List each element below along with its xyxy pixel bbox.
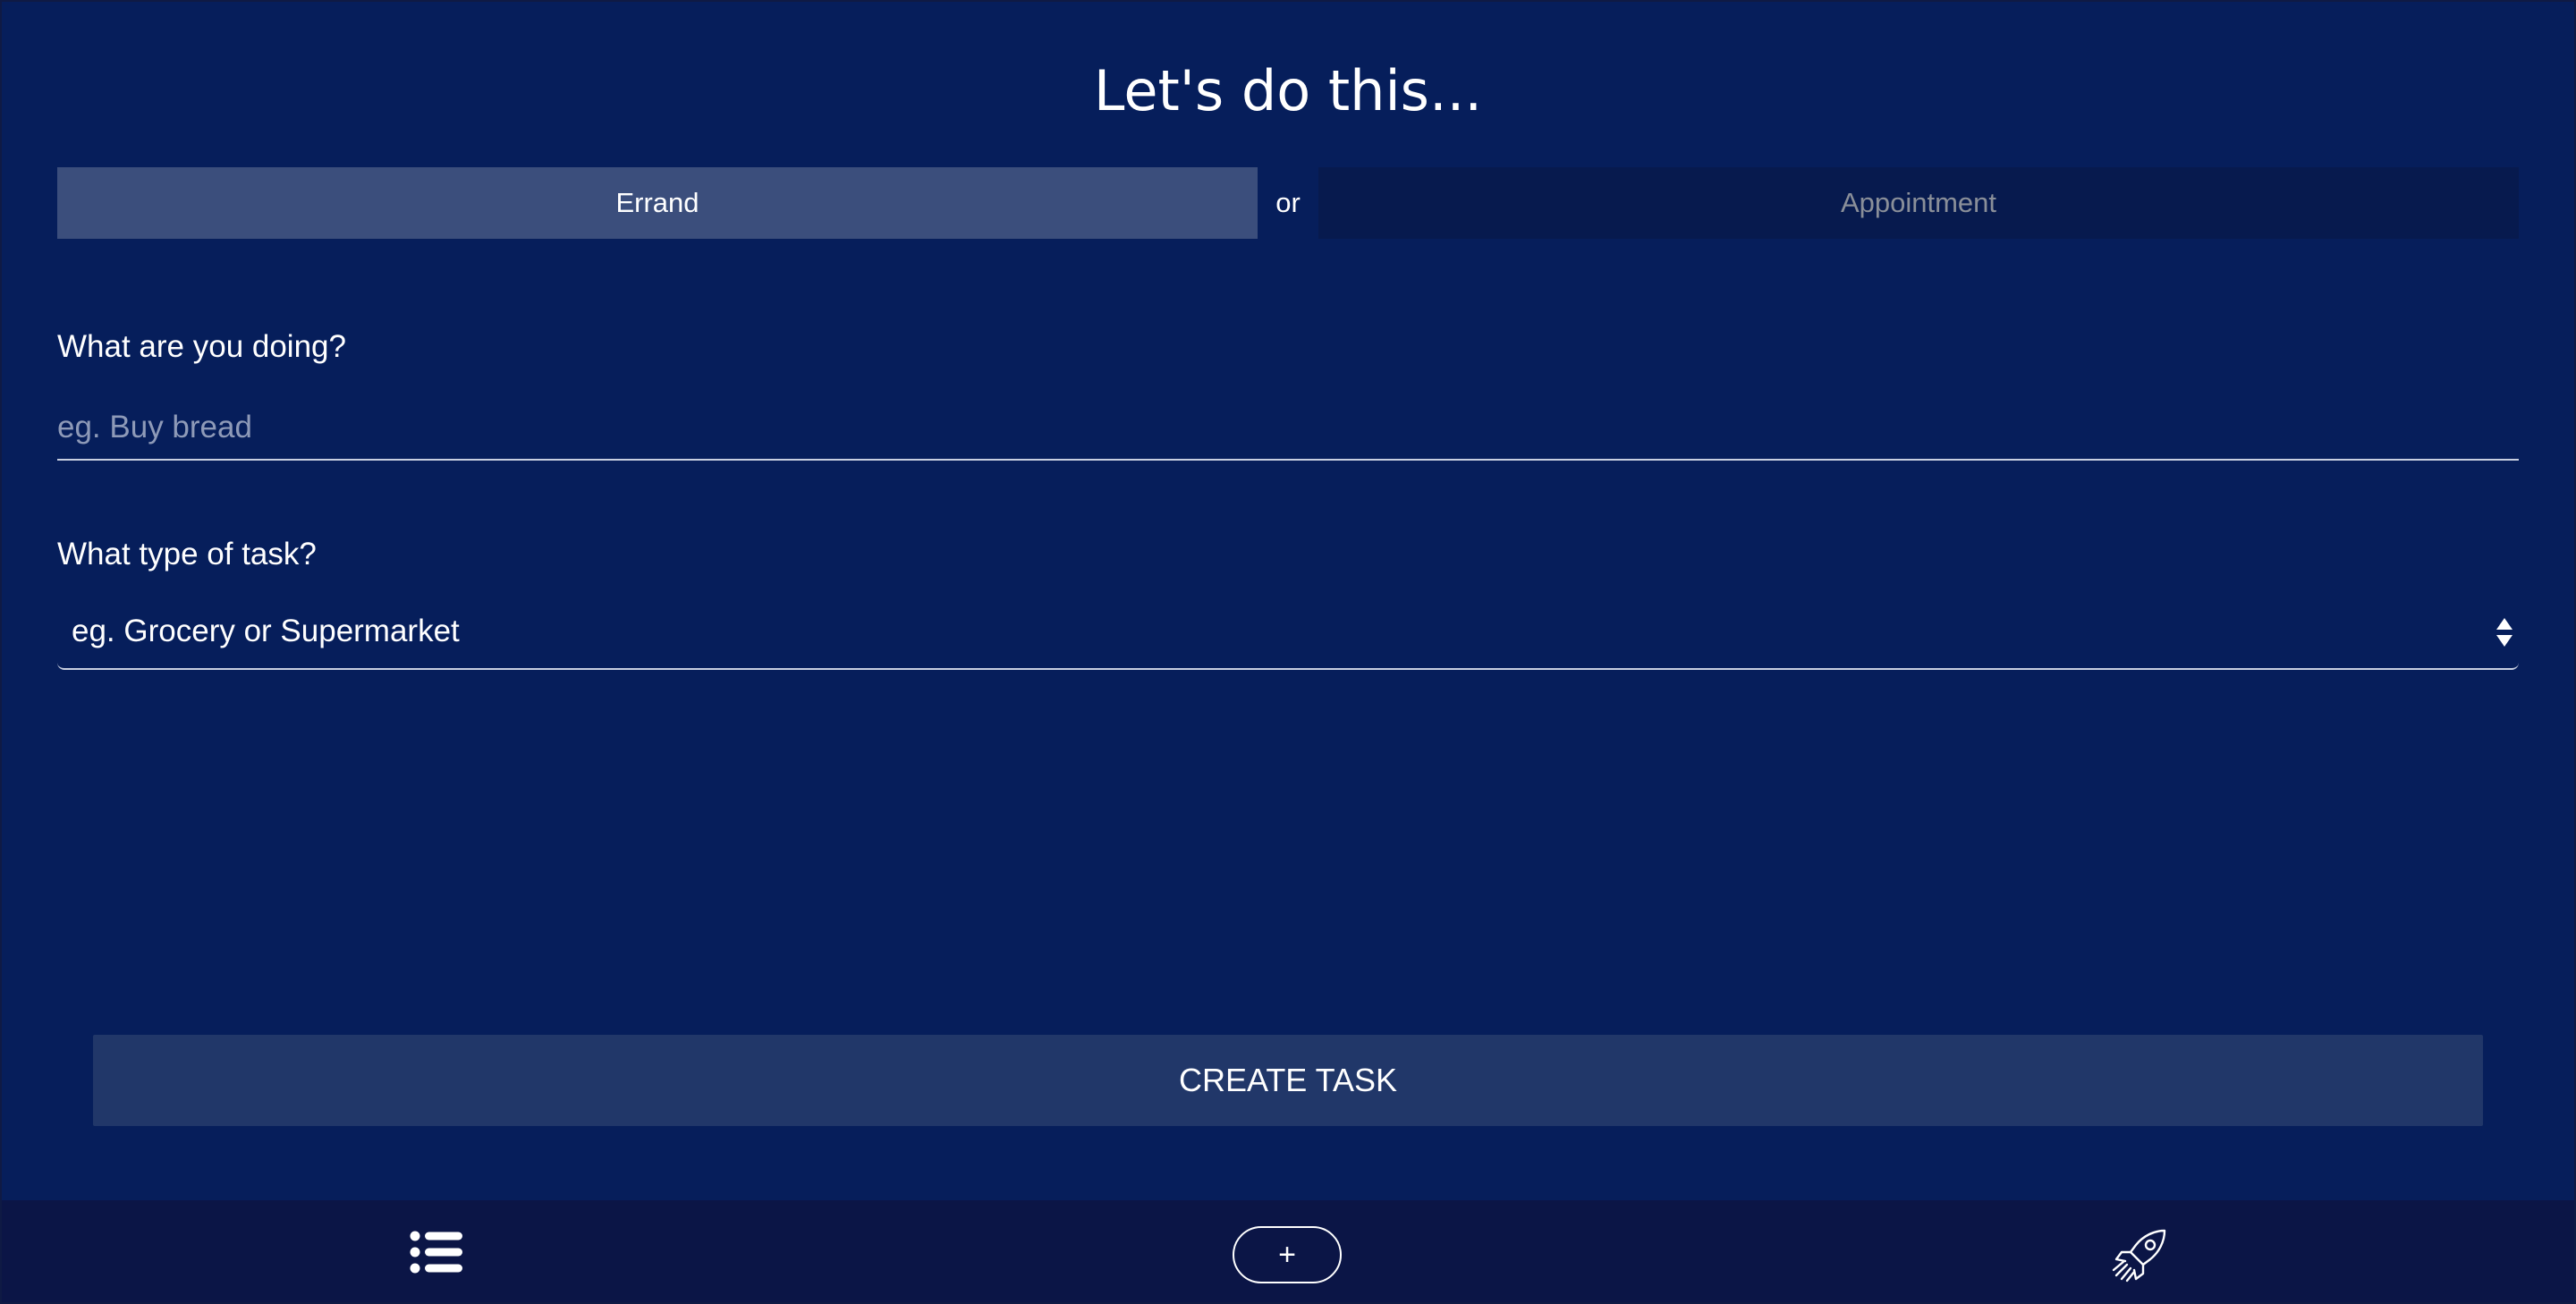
appointment-toggle-button[interactable]: Appointment xyxy=(1318,167,2519,239)
errand-toggle-button[interactable]: Errand xyxy=(57,167,1258,239)
task-type-select[interactable]: eg. Grocery or Supermarket xyxy=(57,605,2519,670)
toggle-separator: or xyxy=(1275,187,1301,218)
select-arrows-icon xyxy=(2496,618,2512,647)
task-type-label: What type of task? xyxy=(57,537,317,572)
rocket-icon[interactable] xyxy=(2109,1225,2170,1286)
add-task-button[interactable]: + xyxy=(1233,1226,1342,1283)
page-title: Let's do this... xyxy=(1093,58,1483,123)
task-type-selected-value: eg. Grocery or Supermarket xyxy=(72,614,460,648)
task-name-label: What are you doing? xyxy=(57,329,346,364)
list-icon[interactable] xyxy=(410,1231,463,1274)
task-name-input[interactable] xyxy=(57,396,2519,459)
bottom-navigation: + xyxy=(0,1200,2576,1304)
task-kind-toggle: Errand or Appointment xyxy=(57,167,2519,239)
task-name-field xyxy=(57,396,2519,461)
create-task-page: Let's do this... Errand or Appointment W… xyxy=(0,0,2576,1200)
create-task-button[interactable]: CREATE TASK xyxy=(93,1035,2483,1126)
plus-icon: + xyxy=(1278,1237,1296,1272)
